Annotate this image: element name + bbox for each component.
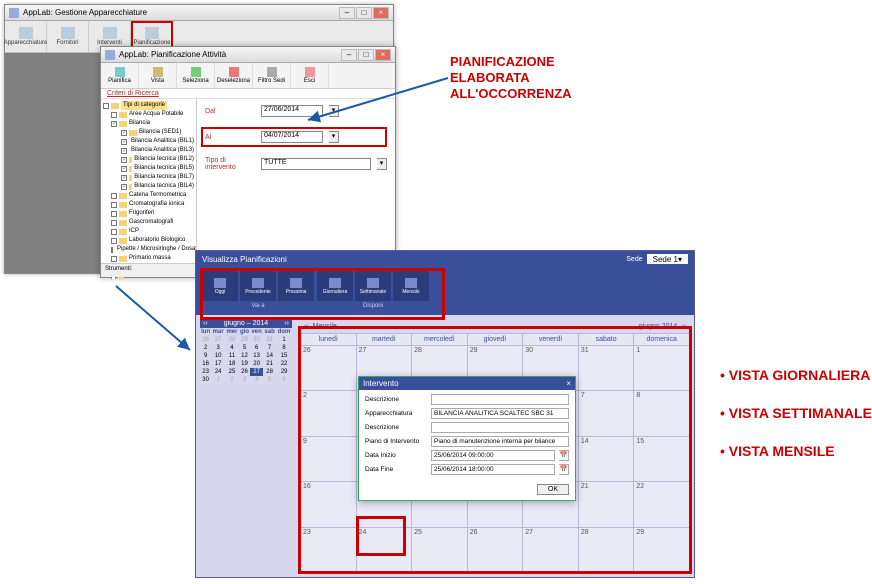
minimize-button[interactable]: –	[339, 7, 355, 19]
dialog-title: AppLab: Pianificazione Attività	[119, 50, 226, 59]
btn-precedente[interactable]: Precedente	[240, 271, 276, 301]
dialog-icon	[105, 50, 115, 60]
tipo-label: Tipo di intervento	[205, 157, 255, 171]
dialog-toolbar: Pianifica Vista Seleziona Deseleziona Fi…	[101, 63, 395, 89]
dialog-close-button[interactable]: ×	[375, 49, 391, 61]
supplier-icon	[61, 27, 75, 39]
btn-mensile[interactable]: Mensile	[393, 271, 429, 301]
calendar-title: Visualizza Pianificazioni	[202, 255, 287, 264]
popup-close-icon[interactable]: ×	[566, 379, 571, 388]
al-dropdown-icon[interactable]: ▾	[329, 131, 339, 143]
popup-desc1[interactable]	[431, 394, 569, 405]
tb-filtrosedi[interactable]: Filtro Sedi	[253, 63, 291, 88]
month-label: Mensile	[313, 323, 337, 330]
popup-desc2[interactable]	[431, 422, 569, 433]
dialog-titlebar: AppLab: Pianificazione Attività – □ ×	[101, 47, 395, 63]
filter-icon	[267, 67, 277, 77]
app-icon	[9, 8, 19, 18]
main-titlebar: AppLab: Gestione Apparecchiature – □ ×	[5, 5, 393, 21]
popup-apparecchiatura[interactable]: BILANCIA ANALITICA SCALTEC SBC 31	[431, 408, 569, 419]
callout-pianificazione: PIANIFICAZIONE ELABORATA ALL'OCCORRENZA	[450, 54, 572, 102]
btn-giornaliera[interactable]: Giornaliera	[317, 271, 353, 301]
dialog-max-button[interactable]: □	[358, 49, 374, 61]
btn-prossima[interactable]: Prossima	[278, 271, 314, 301]
month-title: giugno 2014	[639, 323, 678, 330]
tb-esci[interactable]: Esci	[291, 63, 329, 88]
calendar-titlebar: Visualizza Pianificazioni Sede Sede 1 ▾	[196, 251, 694, 267]
tb-apparecchiature[interactable]: Apparecchiature	[5, 21, 47, 52]
deselect-icon	[229, 67, 239, 77]
next-icon	[290, 278, 302, 288]
intervento-popup: Intervento× Descrizione ApparecchiaturaB…	[358, 376, 576, 501]
maximize-button[interactable]: □	[356, 7, 372, 19]
callout-views: VISTA GIORNALIERA VISTA SETTIMANALE VIST…	[720, 356, 872, 470]
arrow-to-calendar	[110, 280, 200, 360]
device-icon	[19, 27, 33, 39]
popup-titlebar: Intervento×	[359, 377, 575, 390]
sede-label: Sede	[626, 256, 642, 263]
al-input[interactable]: 04/07/2014	[261, 131, 323, 143]
criteria-label: Criteri di Ricerca	[101, 89, 395, 99]
month-prev[interactable]: ‹‹	[300, 323, 313, 330]
select-icon	[191, 67, 201, 77]
btn-settimanale[interactable]: Settimanale	[355, 271, 391, 301]
month-next[interactable]: ››	[677, 323, 690, 330]
prev-icon	[252, 278, 264, 288]
week-icon	[367, 278, 379, 288]
tipo-select[interactable]: TUTTE	[261, 158, 371, 170]
tb-seleziona[interactable]: Seleziona	[177, 63, 215, 88]
calendar-toolbar: Oggi Precedente Prossima Vai a Giornalie…	[196, 267, 694, 315]
tb-vista[interactable]: Vista	[139, 63, 177, 88]
today-icon	[214, 278, 226, 288]
main-title: AppLab: Gestione Apparecchiature	[23, 8, 147, 17]
tb-fornitori[interactable]: Fornitori	[47, 21, 89, 52]
month-icon	[405, 278, 417, 288]
intervention-icon	[103, 27, 117, 39]
calendar-icon[interactable]: 📅	[559, 450, 569, 461]
plan-icon	[115, 67, 125, 77]
popup-datafine[interactable]: 25/06/2014 18:00:00	[431, 464, 555, 475]
category-tree[interactable]: Tipi di categorie Aree Acqua PotabileBil…	[101, 99, 197, 279]
dal-label: Dal	[205, 108, 255, 115]
popup-datainizio[interactable]: 25/06/2014 09:00:00	[431, 450, 555, 461]
calendar-icon[interactable]: 📅	[559, 464, 569, 475]
view-icon	[153, 67, 163, 77]
tb-pianifica[interactable]: Pianifica	[101, 63, 139, 88]
dialog-min-button[interactable]: –	[341, 49, 357, 61]
close-button[interactable]: ×	[373, 7, 389, 19]
al-label: Al	[205, 134, 255, 141]
exit-icon	[305, 67, 315, 77]
tb-deseleziona[interactable]: Deseleziona	[215, 63, 253, 88]
planning-icon	[145, 27, 159, 39]
popup-piano[interactable]: Piano di manutenzione interna per bilanc…	[431, 436, 569, 447]
dal-input[interactable]: 27/06/2014	[261, 105, 323, 117]
day-icon	[329, 278, 341, 288]
btn-oggi[interactable]: Oggi	[202, 271, 238, 301]
ok-button[interactable]: OK	[537, 484, 569, 495]
mini-calendar[interactable]: ‹‹giugno – 2014›› lunmarmergiovensabdom2…	[196, 315, 296, 577]
mini-prev[interactable]: ‹‹	[200, 320, 211, 327]
dal-dropdown-icon[interactable]: ▾	[329, 105, 339, 117]
tipo-dropdown-icon[interactable]: ▾	[377, 158, 387, 170]
planning-dialog: AppLab: Pianificazione Attività – □ × Pi…	[100, 46, 396, 278]
mini-next[interactable]: ››	[281, 320, 292, 327]
sede-select[interactable]: Sede 1 ▾	[647, 254, 688, 264]
